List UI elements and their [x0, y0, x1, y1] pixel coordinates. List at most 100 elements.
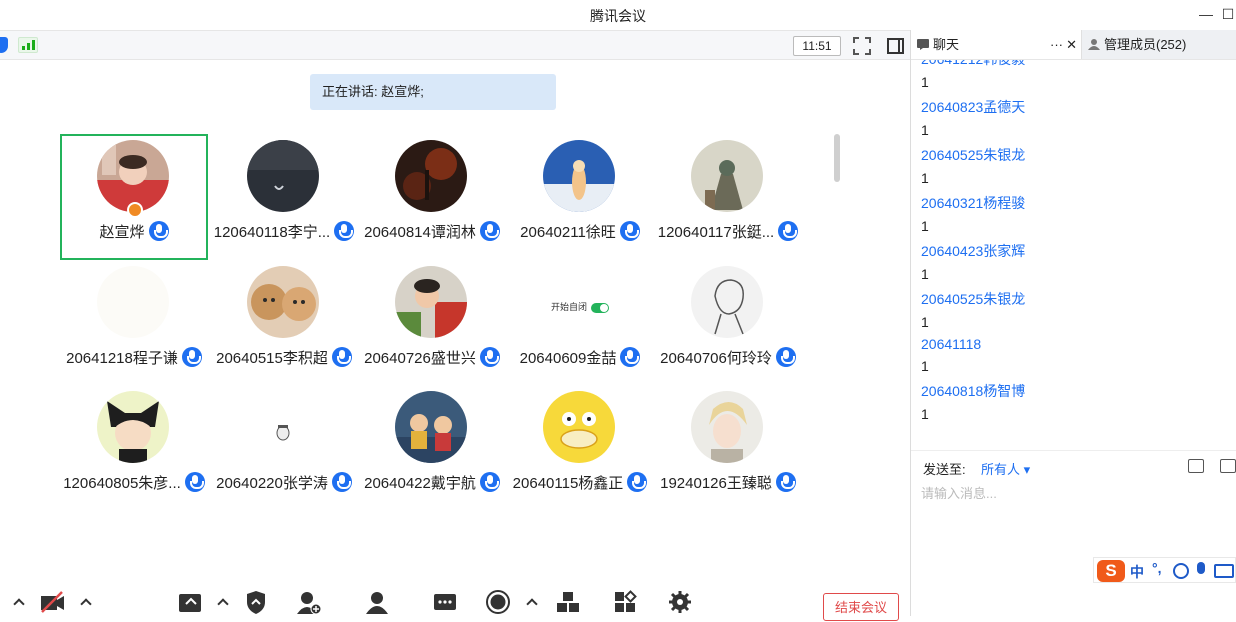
maximize-button[interactable]: ☐: [1220, 4, 1236, 24]
avatar: [247, 391, 319, 463]
participant-tile[interactable]: 20641218程子谦: [60, 260, 208, 386]
emoji-icon[interactable]: [1173, 563, 1189, 579]
participant-tile[interactable]: 20640706何玲玲: [654, 260, 802, 386]
video-options-chevron-icon[interactable]: [80, 598, 92, 610]
message-text: 1: [921, 314, 929, 330]
mic-icon[interactable]: [775, 347, 796, 368]
mic-icon[interactable]: [620, 347, 641, 368]
chat-icon[interactable]: [433, 590, 459, 614]
participant-tile[interactable]: 120640805朱彦...: [60, 385, 208, 511]
invite-icon[interactable]: [297, 590, 323, 615]
participant-tile[interactable]: 19240126王臻聪: [654, 385, 802, 511]
layout-icon[interactable]: [887, 38, 904, 54]
message-sender[interactable]: 20641212韩俊毅: [921, 60, 1025, 69]
members-icon[interactable]: [364, 590, 390, 614]
mic-icon[interactable]: [775, 472, 796, 493]
participant-tile[interactable]: 20640422戴宇航: [358, 385, 506, 511]
participant-name: 赵宣烨: [99, 224, 145, 241]
apps-icon[interactable]: [614, 590, 640, 614]
keyboard-icon[interactable]: [1214, 564, 1234, 578]
participant-tile[interactable]: 20640220张学涛: [210, 385, 358, 511]
message-sender[interactable]: 20640321杨程骏: [921, 193, 1025, 213]
mic-icon[interactable]: [181, 347, 202, 368]
ime-toolbar: S 中 °,: [1093, 557, 1236, 583]
minimize-button[interactable]: —: [1196, 4, 1216, 24]
message-sender[interactable]: 20640423张家辉: [921, 241, 1025, 261]
mic-icon[interactable]: [619, 221, 640, 242]
grid-scrollbar[interactable]: [834, 134, 840, 182]
message-text: 1: [921, 218, 929, 234]
message-sender[interactable]: 20640818杨智博: [921, 381, 1025, 401]
ime-language-toggle[interactable]: 中: [1130, 562, 1144, 582]
participant-tile[interactable]: 20640115杨鑫正: [506, 385, 654, 511]
participant-name: 20640515李积超: [216, 350, 328, 367]
voice-input-icon[interactable]: [1197, 562, 1205, 574]
audio-options-chevron-icon[interactable]: [13, 598, 25, 610]
message-text: 1: [921, 74, 929, 90]
participant-tile[interactable]: 120640118李宁...: [210, 134, 358, 260]
message-sender[interactable]: 20641118: [921, 336, 981, 352]
send-to-dropdown[interactable]: 所有人 ▾: [981, 459, 1030, 478]
end-meeting-button[interactable]: 结束会议: [823, 593, 899, 621]
message-input[interactable]: 请输入消息...: [921, 483, 997, 502]
close-icon[interactable]: ✕: [1066, 30, 1077, 59]
participant-name: 120640117张鋌...: [657, 224, 775, 241]
participant-name: 120640805朱彦...: [63, 475, 181, 492]
avatar: [395, 266, 467, 338]
participant-tile[interactable]: 20640726盛世兴: [358, 260, 506, 386]
message-sender[interactable]: 20640525朱银龙: [921, 145, 1025, 165]
participant-tile[interactable]: 120640117张鋌...: [654, 134, 802, 260]
avatar-placeholder-text: 开始自闭: [550, 302, 587, 312]
avatar: [395, 391, 467, 463]
participant-tile[interactable]: 20640515李积超: [210, 260, 358, 386]
security-icon[interactable]: [244, 590, 270, 614]
shield-icon[interactable]: [0, 37, 8, 53]
tab-chat-label: 聊天: [933, 37, 960, 52]
tab-members[interactable]: 管理成员(252): [1081, 30, 1236, 59]
ime-punctuation-toggle[interactable]: °,: [1152, 560, 1162, 576]
more-options-icon[interactable]: ···: [1050, 30, 1063, 59]
participant-name: 20640422戴宇航: [364, 475, 476, 492]
message-sender[interactable]: 20640525朱银龙: [921, 289, 1025, 309]
participant-tile[interactable]: 20640814谭润林: [358, 134, 506, 260]
meeting-toolbar: 11:51: [0, 30, 910, 60]
chat-message-list[interactable]: 20641212韩俊毅 1 20640823孟德天 1 20640525朱银龙 …: [911, 60, 1236, 446]
file-folder-icon[interactable]: [1188, 459, 1204, 473]
participant-name: 20640115杨鑫正: [512, 475, 624, 492]
breakout-rooms-icon[interactable]: [556, 590, 582, 614]
share-options-chevron-icon[interactable]: [217, 598, 229, 610]
sogou-logo-icon[interactable]: S: [1097, 560, 1125, 582]
settings-gear-icon[interactable]: [668, 590, 694, 614]
avatar: [247, 266, 319, 338]
participant-name: 20640609金喆: [519, 350, 617, 367]
send-to-label: 发送至:: [923, 462, 966, 477]
participant-tile[interactable]: 开始自闭 20640609金喆: [506, 260, 654, 386]
participant-tile[interactable]: 20640211徐旺: [506, 134, 654, 260]
message-text: 1: [921, 170, 929, 186]
message-sender[interactable]: 20640823孟德天: [921, 97, 1025, 117]
speaking-banner: 正在讲话: 赵宣烨;: [310, 74, 556, 110]
announcement-icon[interactable]: [1220, 459, 1236, 473]
mic-icon[interactable]: [778, 221, 799, 242]
video-off-icon[interactable]: [40, 590, 66, 614]
participant-name: 20640814谭润林: [364, 224, 476, 241]
participant-name: 120640118李宁...: [213, 224, 331, 241]
toggle-icon: [591, 302, 609, 313]
signal-icon[interactable]: [18, 37, 38, 53]
participant-name: 19240126王臻聪: [660, 475, 772, 492]
record-options-chevron-icon[interactable]: [526, 598, 538, 610]
meeting-controls: 结束会议: [0, 580, 910, 621]
mic-icon[interactable]: [148, 221, 169, 242]
avatar: [691, 391, 763, 463]
message-text: 1: [921, 122, 929, 138]
participant-tile[interactable]: 赵宣烨: [60, 134, 208, 260]
fullscreen-icon[interactable]: [853, 37, 871, 55]
avatar: [97, 266, 169, 338]
tab-chat[interactable]: 聊天 ··· ✕: [911, 30, 1081, 59]
record-icon[interactable]: [486, 590, 512, 614]
chat-tab-icon: [917, 39, 929, 50]
window-title: 腾讯会议: [590, 8, 646, 24]
tab-members-label: 管理成员(252): [1104, 37, 1187, 52]
share-screen-icon[interactable]: [178, 590, 204, 614]
participant-name: 20640726盛世兴: [364, 350, 476, 367]
